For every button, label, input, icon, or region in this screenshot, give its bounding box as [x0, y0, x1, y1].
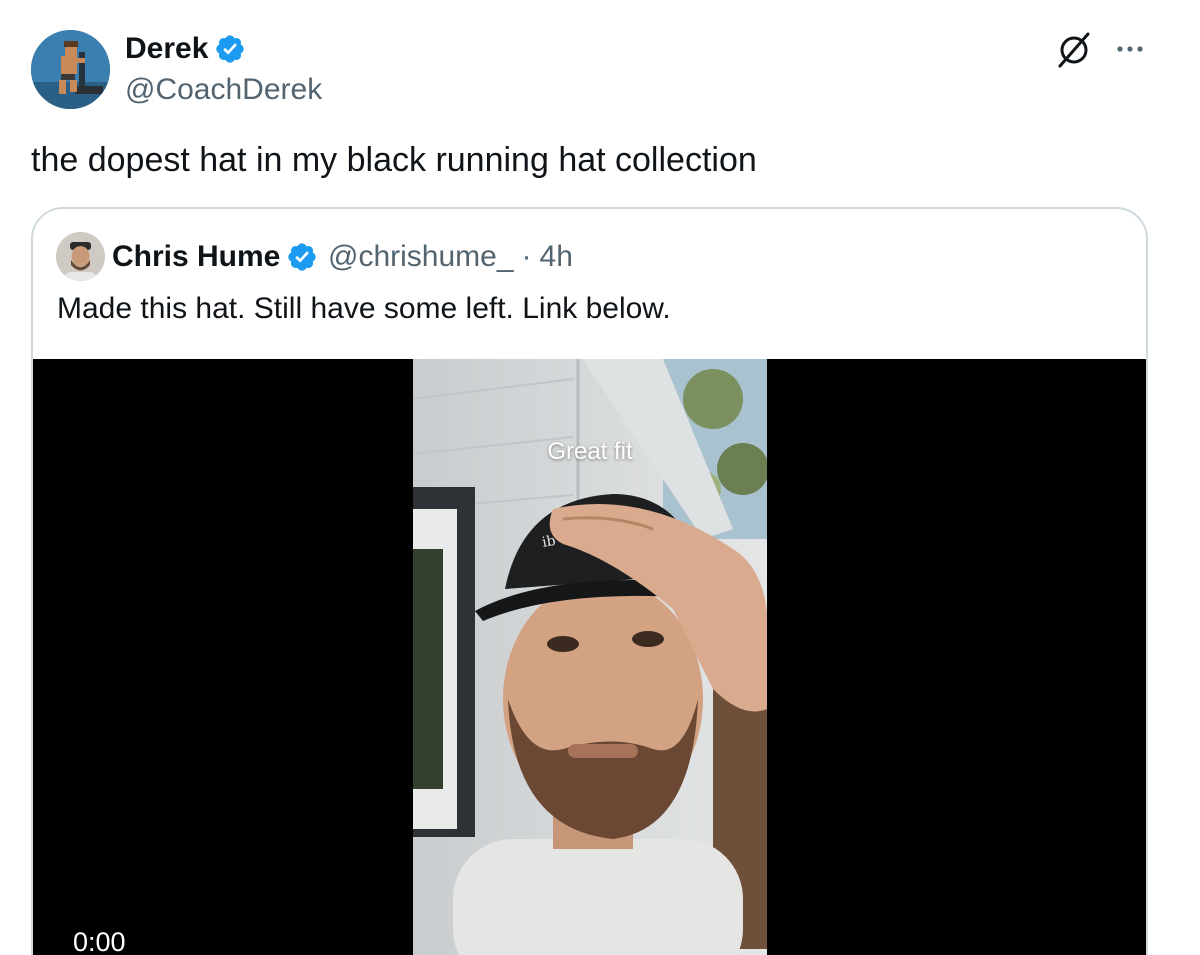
author-avatar-image: [31, 30, 110, 109]
quoted-author-name[interactable]: Chris Hume: [112, 238, 318, 276]
author-handle[interactable]: @CoachDerek: [125, 72, 322, 108]
verified-badge-icon[interactable]: [214, 33, 246, 65]
video-frame: ib Great fit: [413, 359, 767, 955]
grok-icon[interactable]: [1054, 30, 1094, 70]
author-avatar[interactable]: [31, 30, 110, 109]
video-player[interactable]: ib Great fit 0:00: [33, 359, 1146, 955]
quoted-author-name-text[interactable]: Chris Hume: [112, 238, 280, 276]
quoted-author-handle[interactable]: @chrishume_: [328, 240, 514, 273]
video-caption-overlay: Great fit: [547, 438, 633, 465]
video-timestamp: 0:00: [59, 923, 140, 955]
post-view: Derek @CoachDerek the dopest hat in my b…: [0, 0, 1200, 955]
quoted-post-time[interactable]: 4h: [540, 240, 573, 273]
more-options-icon[interactable]: [1110, 30, 1150, 70]
verified-badge-icon[interactable]: [286, 241, 318, 273]
quoted-author-avatar[interactable]: [56, 232, 105, 281]
quoted-author-meta: @chrishume_ · 4h: [328, 239, 573, 275]
meta-separator: ·: [521, 240, 532, 273]
quoted-post-card[interactable]: Chris Hume @chrishume_ · 4h Made this hat.…: [31, 207, 1148, 955]
quoted-author-avatar-image: [56, 232, 105, 281]
quoted-post-text: Made this hat. Still have some left. Lin…: [57, 292, 671, 325]
author-name-text[interactable]: Derek: [125, 30, 208, 68]
author-name[interactable]: Derek: [125, 30, 246, 68]
post-text: the dopest hat in my black running hat c…: [31, 141, 757, 179]
